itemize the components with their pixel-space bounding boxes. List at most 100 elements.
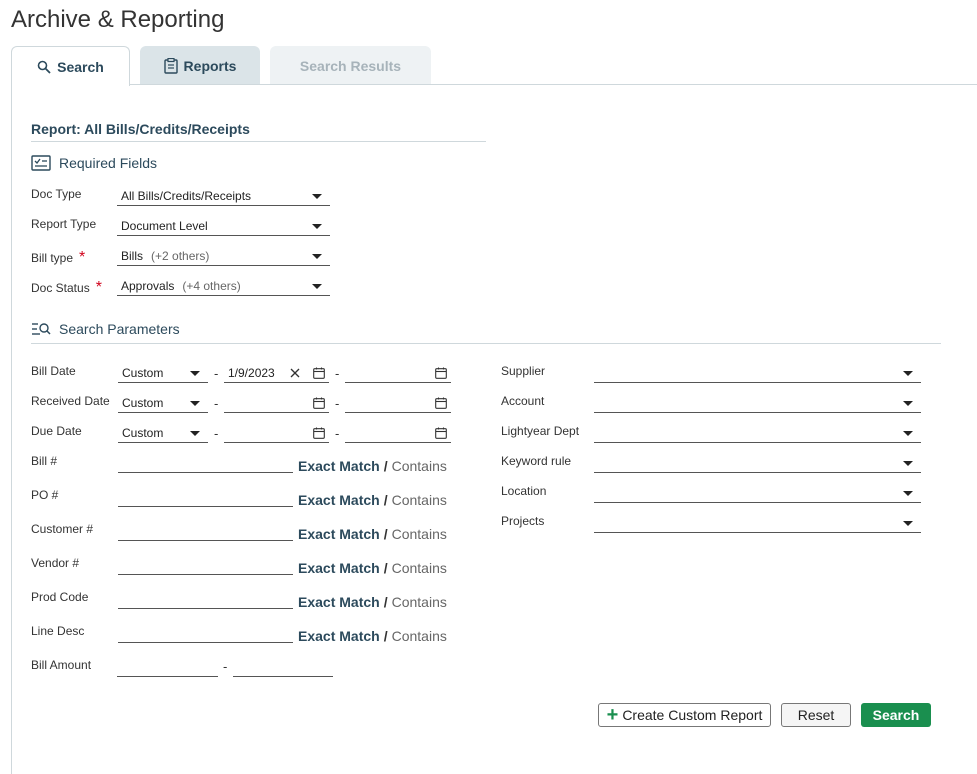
required-fields-title: Required Fields <box>59 155 158 171</box>
doc-type-select[interactable]: All Bills/Credits/Receipts <box>117 186 330 206</box>
calendar-icon[interactable] <box>313 397 325 409</box>
contains-option[interactable]: Contains <box>392 526 447 542</box>
calendar-icon[interactable] <box>313 367 325 379</box>
received-date-range-value: Custom <box>122 395 164 410</box>
report-type-label: Report Type <box>31 217 97 231</box>
received-date-label: Received Date <box>31 394 110 408</box>
line-desc-input[interactable] <box>118 622 293 643</box>
match-separator: / <box>383 560 388 576</box>
prod-code-match-toggle: Exact Match / Contains <box>298 594 447 610</box>
chevron-down-icon <box>190 400 200 406</box>
received-date-to-input[interactable] <box>345 393 451 413</box>
exact-match-option[interactable]: Exact Match <box>298 628 380 644</box>
report-title-divider <box>31 141 486 142</box>
search-parameters-divider <box>31 343 941 344</box>
exact-match-option[interactable]: Exact Match <box>298 594 380 610</box>
tab-search-label: Search <box>57 58 104 75</box>
bill-type-select[interactable]: Bills (+2 others) <box>117 246 330 266</box>
bill-number-match-toggle: Exact Match / Contains <box>298 458 447 474</box>
tab-search-results: Search Results <box>270 46 431 85</box>
doc-status-label: Doc Status <box>31 281 90 295</box>
location-select[interactable] <box>594 483 921 503</box>
tab-search[interactable]: Search <box>11 46 130 86</box>
bill-date-to-input[interactable] <box>345 363 451 383</box>
po-number-input[interactable] <box>118 486 293 507</box>
due-date-range-value: Custom <box>122 425 164 440</box>
bill-date-from-value: 1/9/2023 <box>228 366 275 380</box>
clear-icon[interactable] <box>290 368 300 378</box>
search-icon <box>37 60 51 74</box>
customer-number-input[interactable] <box>118 520 293 541</box>
bill-date-range-select[interactable]: Custom <box>118 363 208 383</box>
bill-type-extra: (+2 others) <box>151 248 210 263</box>
prod-code-input[interactable] <box>118 588 293 609</box>
search-button[interactable]: Search <box>861 703 931 727</box>
required-marker: * <box>95 279 102 296</box>
due-date-range-select[interactable]: Custom <box>118 423 208 443</box>
line-desc-label: Line Desc <box>31 624 85 638</box>
report-type-select[interactable]: Document Level <box>117 216 330 236</box>
bill-type-label-group: Bill type * <box>31 249 85 267</box>
filter-search-icon <box>32 323 51 335</box>
due-date-label: Due Date <box>31 424 82 438</box>
customer-number-match-toggle: Exact Match / Contains <box>298 526 447 542</box>
received-date-from-input[interactable] <box>224 393 329 413</box>
projects-select[interactable] <box>594 513 921 533</box>
vendor-number-input[interactable] <box>118 554 293 575</box>
range-dash: - <box>223 659 228 674</box>
chevron-down-icon <box>903 370 913 376</box>
chevron-down-icon <box>190 430 200 436</box>
chevron-down-icon <box>903 520 913 526</box>
report-type-value: Document Level <box>121 218 208 233</box>
checklist-icon <box>31 155 51 171</box>
exact-match-option[interactable]: Exact Match <box>298 458 380 474</box>
contains-option[interactable]: Contains <box>392 458 447 474</box>
calendar-icon[interactable] <box>313 427 325 439</box>
calendar-icon[interactable] <box>435 397 447 409</box>
bill-date-from-input[interactable]: 1/9/2023 <box>224 363 329 383</box>
contains-option[interactable]: Contains <box>392 628 447 644</box>
due-date-to-input[interactable] <box>345 423 451 443</box>
bill-number-input[interactable] <box>118 452 293 473</box>
required-marker: * <box>79 249 86 266</box>
bill-amount-max-input[interactable] <box>233 656 333 677</box>
reset-label: Reset <box>797 707 835 723</box>
chevron-down-icon <box>903 490 913 496</box>
customer-number-label: Customer # <box>31 522 94 536</box>
bill-date-label: Bill Date <box>31 364 76 378</box>
account-label: Account <box>501 394 545 408</box>
page-title: Archive & Reporting <box>11 6 225 33</box>
match-separator: / <box>383 594 388 610</box>
range-dash: - <box>214 396 219 411</box>
po-number-label: PO # <box>31 488 59 502</box>
exact-match-option[interactable]: Exact Match <box>298 560 380 576</box>
create-custom-report-button[interactable]: + Create Custom Report <box>598 703 771 727</box>
exact-match-option[interactable]: Exact Match <box>298 492 380 508</box>
po-number-match-toggle: Exact Match / Contains <box>298 492 447 508</box>
calendar-icon[interactable] <box>435 427 447 439</box>
range-dash: - <box>214 366 219 381</box>
bill-amount-label: Bill Amount <box>31 658 92 672</box>
contains-option[interactable]: Contains <box>392 492 447 508</box>
keyword-rule-select[interactable] <box>594 453 921 473</box>
supplier-select[interactable] <box>594 363 921 383</box>
range-dash: - <box>335 366 340 381</box>
range-dash: - <box>335 426 340 441</box>
contains-option[interactable]: Contains <box>392 594 447 610</box>
bill-type-label: Bill type <box>31 251 74 265</box>
contains-option[interactable]: Contains <box>392 560 447 576</box>
plus-icon: + <box>606 704 619 726</box>
lightyear-dept-select[interactable] <box>594 423 921 443</box>
received-date-range-select[interactable]: Custom <box>118 393 208 413</box>
tab-reports[interactable]: Reports <box>140 46 260 85</box>
search-label: Search <box>872 707 920 723</box>
doc-status-select[interactable]: Approvals (+4 others) <box>117 276 330 296</box>
clipboard-icon <box>163 57 178 74</box>
calendar-icon[interactable] <box>435 367 447 379</box>
due-date-from-input[interactable] <box>224 423 329 443</box>
bill-amount-min-input[interactable] <box>117 656 218 677</box>
exact-match-option[interactable]: Exact Match <box>298 526 380 542</box>
account-select[interactable] <box>594 393 921 413</box>
doc-status-extra: (+4 others) <box>182 278 241 293</box>
reset-button[interactable]: Reset <box>781 703 851 727</box>
